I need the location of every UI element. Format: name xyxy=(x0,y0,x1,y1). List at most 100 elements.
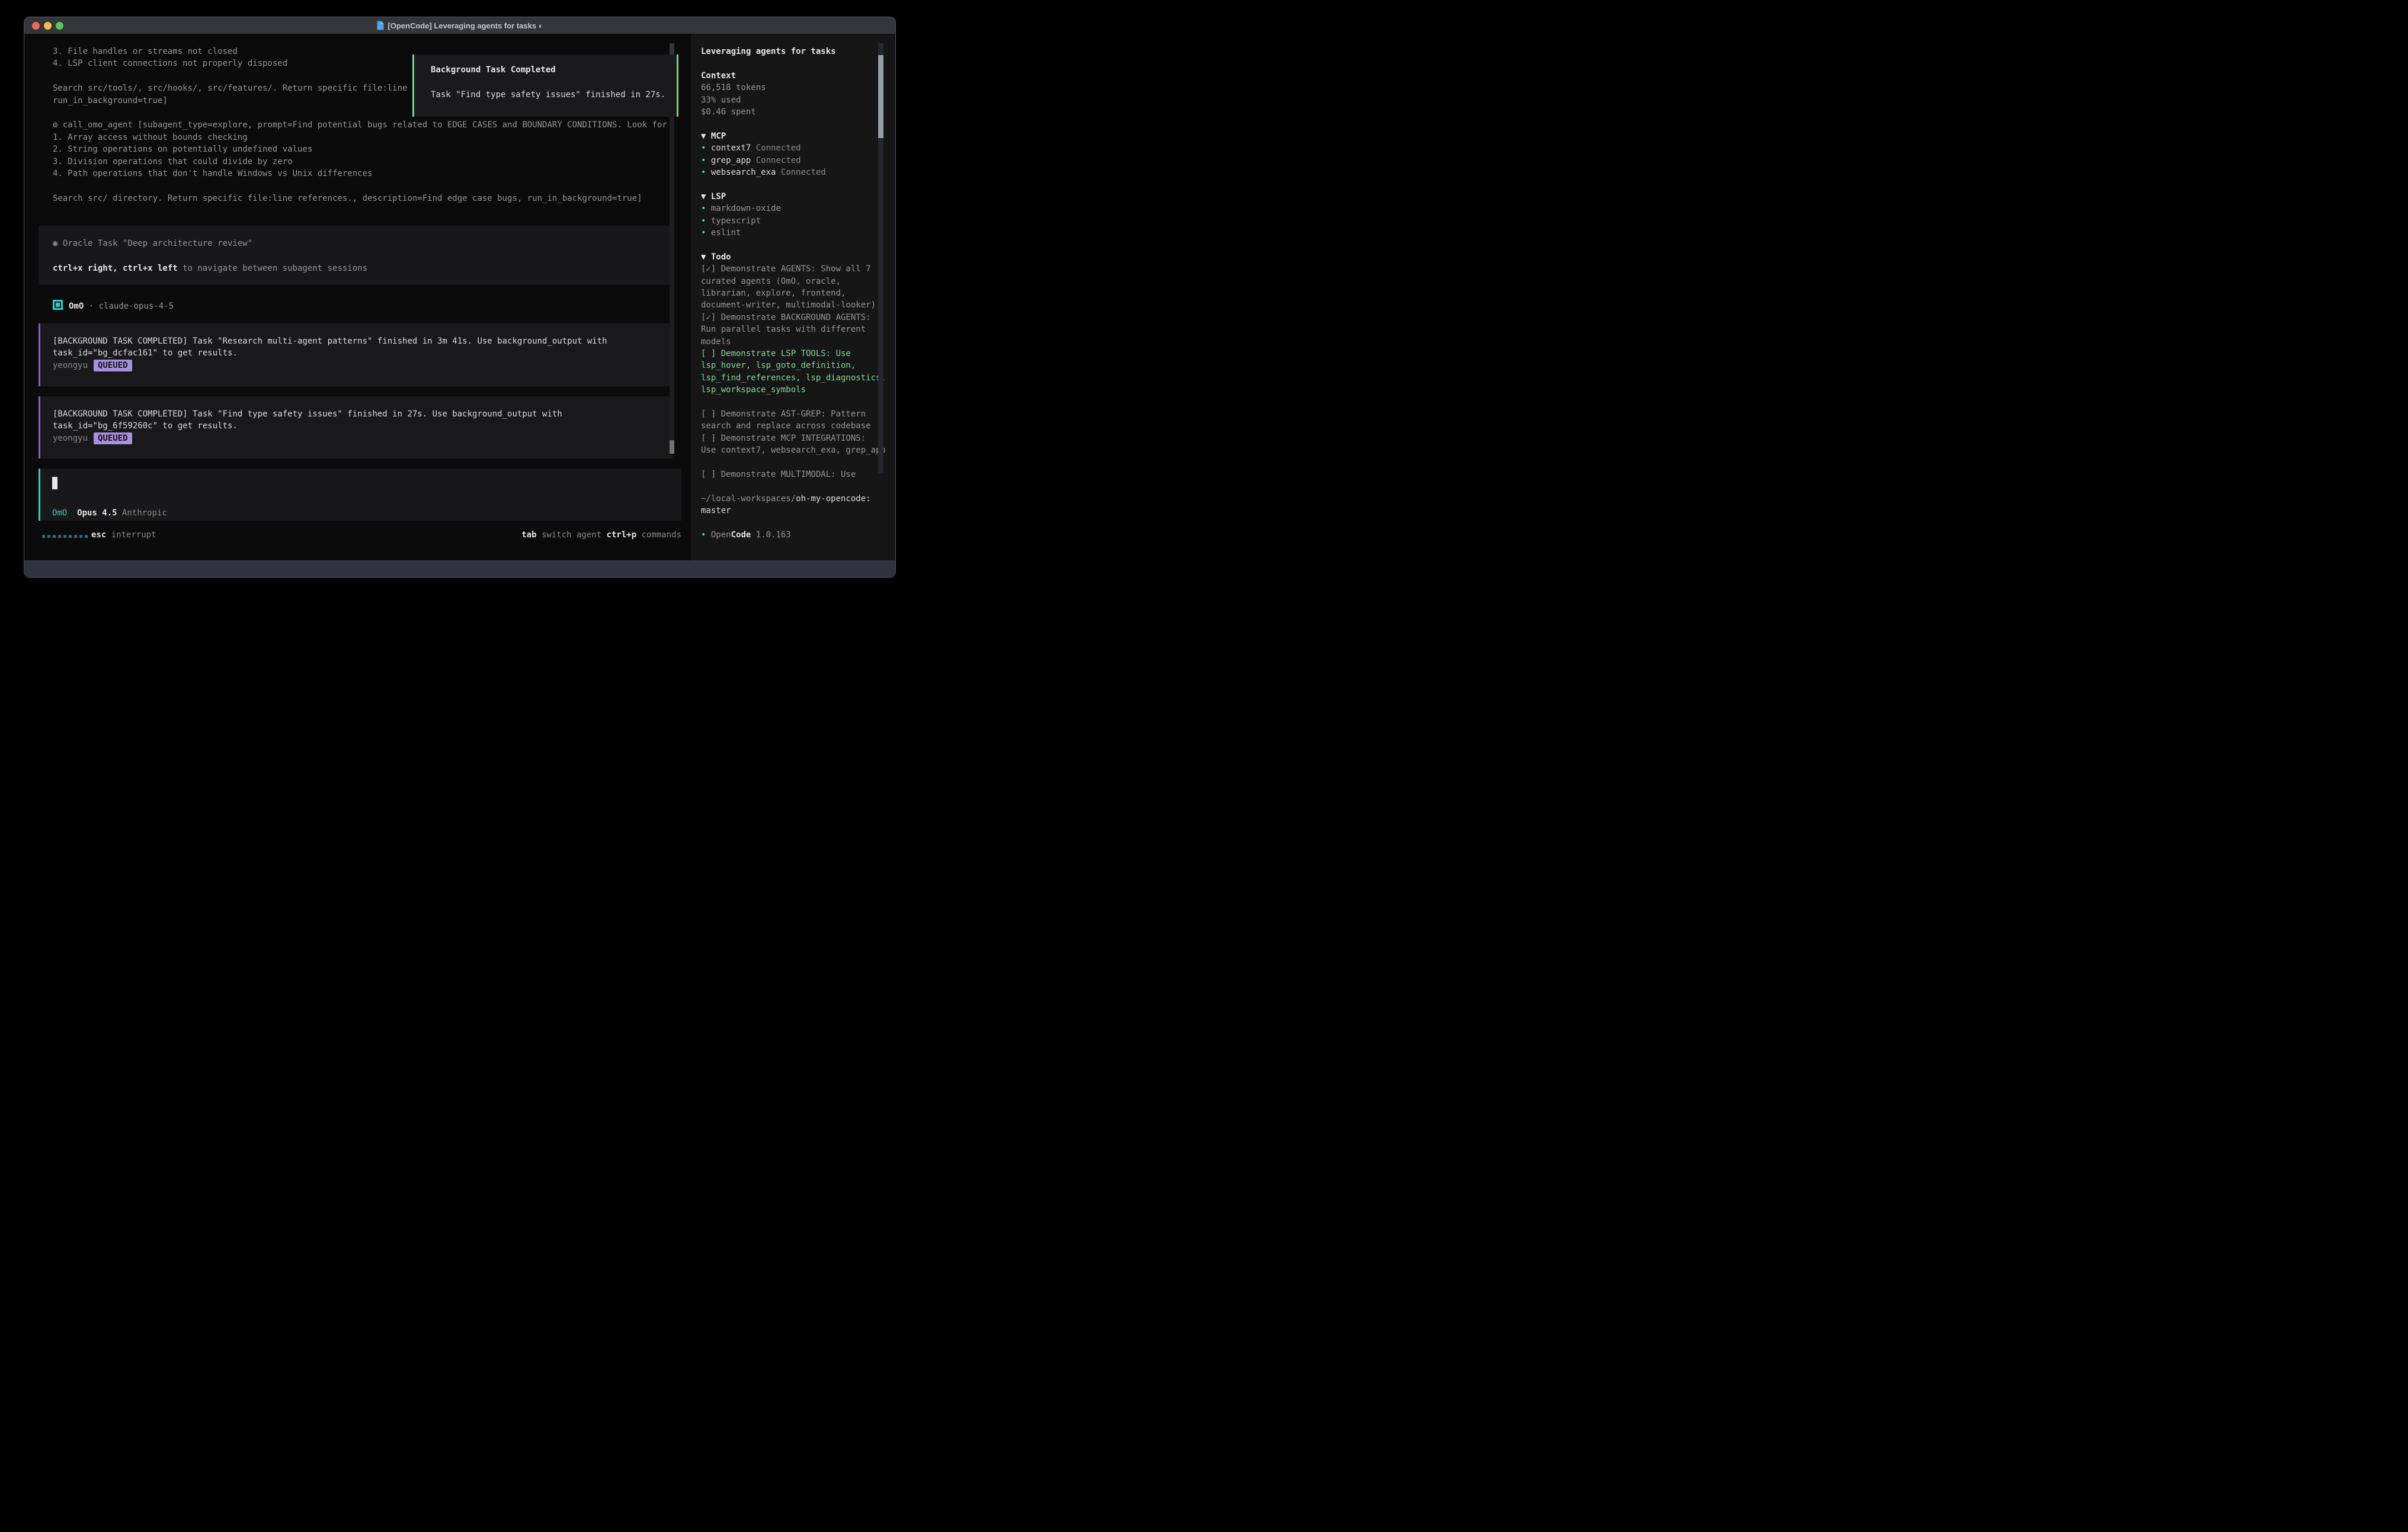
tab-key-label: tab xyxy=(521,530,536,540)
sidebar-scrollbar[interactable] xyxy=(878,43,883,473)
tool-call-item: 4. Path operations that don't handle Win… xyxy=(53,168,372,180)
active-model-name: Opus 4.5 xyxy=(77,508,117,518)
git-branch: master xyxy=(701,505,731,517)
opencode-window: [OpenCode] Leveraging agents for tasks ◐… xyxy=(24,17,896,578)
nav-shortcut-keys: ctrl+x right, ctrl+x left xyxy=(53,264,178,273)
mcp-section-header[interactable]: ▼ MCP xyxy=(701,130,726,142)
session-sidebar: Leveraging agents for tasks Context 66,5… xyxy=(691,34,895,562)
toast-title: Background Task Completed xyxy=(431,64,556,76)
status-bullet-icon: • xyxy=(701,228,706,238)
mcp-item: • websearch_exa Connected xyxy=(701,166,826,178)
interrupt-label: interrupt xyxy=(106,530,156,540)
context-heading: Context xyxy=(701,70,736,82)
lsp-heading: LSP xyxy=(711,192,726,201)
oracle-task-box: ◉ Oracle Task "Deep architecture review"… xyxy=(39,226,671,285)
lsp-item: • eslint xyxy=(701,227,741,239)
transcript-line: 3. File handles or streams not closed xyxy=(53,46,238,57)
app-name-strong: Code xyxy=(731,530,751,540)
mcp-server-name: websearch_exa xyxy=(711,168,776,177)
mcp-item: • grep_app Connected xyxy=(701,155,801,166)
chat-pane: 3. File handles or streams not closed 4.… xyxy=(24,34,691,562)
app-name-dim: Open xyxy=(711,530,731,540)
status-bullet-icon: • xyxy=(701,204,706,213)
todo-item-line: [ ] Demonstrate LSP TOOLS: Use xyxy=(701,348,851,360)
message-meta: yeongyuQUEUED xyxy=(53,360,132,371)
todo-item-line: lsp_hover, lsp_goto_definition, xyxy=(701,360,856,371)
todo-item-line: models xyxy=(701,336,731,348)
workspace-repo-name: oh-my-opencode: xyxy=(796,494,870,504)
screen: [OpenCode] Leveraging agents for tasks ◐… xyxy=(0,0,920,591)
lsp-server-name: typescript xyxy=(711,216,761,226)
status-bullet-icon: • xyxy=(701,168,706,177)
mcp-server-name: context7 xyxy=(711,143,751,153)
nav-hint-text: to navigate between subagent sessions xyxy=(178,264,367,273)
window-bottom-bar xyxy=(24,560,895,577)
lsp-item: • typescript xyxy=(701,215,761,227)
todo-item-line: [ ] Demonstrate MULTIMODAL: Use xyxy=(701,469,856,480)
sidebar-scrollbar-thumb[interactable] xyxy=(878,55,883,138)
tool-call-item: 1. Array access without bounds checking xyxy=(53,132,248,143)
gear-icon: ⚙ xyxy=(53,120,57,130)
statusbar-shortcuts: tab switch agent ctrl+p commands xyxy=(521,530,681,540)
todo-item-line: lsp_find_references, lsp_diagnostics, xyxy=(701,372,886,384)
window-controls xyxy=(24,17,63,34)
tool-call-item: 3. Division operations that could divide… xyxy=(53,156,293,168)
message-line: task_id="bg_6f59260c" to get results. xyxy=(53,420,238,432)
lsp-item: • markdown-oxide xyxy=(701,203,781,214)
todo-heading: Todo xyxy=(711,252,731,262)
close-window-button[interactable] xyxy=(32,22,40,30)
message-line: [BACKGROUND TASK COMPLETED] Task "Resear… xyxy=(53,335,607,347)
switch-agent-label: switch agent xyxy=(537,530,602,540)
todo-item-line: [✓] Demonstrate AGENTS: Show all 7 xyxy=(701,263,871,275)
oracle-task-icon: ◉ xyxy=(53,239,57,248)
mcp-heading: MCP xyxy=(711,132,726,141)
mcp-item: • context7 Connected xyxy=(701,142,801,154)
todo-item-line: Use context7, websearch_exa, grep_app xyxy=(701,444,886,456)
oracle-task-text: Oracle Task "Deep architecture review" xyxy=(63,239,252,248)
context-spent: $0.46 spent xyxy=(701,106,756,118)
lsp-server-name: eslint xyxy=(711,228,741,238)
collapse-triangle-icon: ▼ xyxy=(701,252,706,262)
agent-model: claude-opus-4-5 xyxy=(99,302,174,311)
document-icon xyxy=(376,21,384,30)
status-bullet-icon: • xyxy=(701,216,706,226)
tool-call-item: 2. String operations on potentially unde… xyxy=(53,143,312,155)
queued-status-badge: QUEUED xyxy=(94,432,132,444)
todo-section-header[interactable]: ▼ Todo xyxy=(701,251,731,263)
status-bullet-icon: • xyxy=(701,530,706,540)
agent-name: OmO xyxy=(69,302,84,311)
author-name: yeongyu xyxy=(53,434,88,443)
transcript-line: run_in_background=true] xyxy=(53,95,168,107)
chat-scrollbar-thumb[interactable] xyxy=(670,440,674,454)
message-line: task_id="bg_dcfac161" to get results. xyxy=(53,347,238,359)
todo-item-line: Run parallel tasks with different xyxy=(701,323,866,335)
lsp-section-header[interactable]: ▼ LSP xyxy=(701,191,726,203)
status-bullet-icon: • xyxy=(701,143,706,153)
interrupt-hint: esc interrupt xyxy=(91,530,156,540)
spacer xyxy=(601,530,606,540)
separator-dot: · xyxy=(89,302,94,311)
todo-item-line: document-writer, multimodal-looker) xyxy=(701,299,876,311)
author-name: yeongyu xyxy=(53,361,88,370)
subagent-nav-hint: ctrl+x right, ctrl+x left to navigate be… xyxy=(53,262,367,274)
todo-item-line: search and replace across codebase xyxy=(701,420,871,432)
title-bar: [OpenCode] Leveraging agents for tasks ◐ xyxy=(24,17,895,34)
status-bullet-icon: • xyxy=(701,156,706,165)
activity-spinner xyxy=(42,535,88,538)
active-agent-name: OmO xyxy=(52,508,67,518)
message-meta: yeongyu QUEUED xyxy=(53,432,132,444)
agent-header: OmO · claude-opus-4-5 xyxy=(53,300,174,312)
context-used: 33% used xyxy=(701,94,741,106)
message-line: [BACKGROUND TASK COMPLETED] Task "Find t… xyxy=(53,408,562,420)
text-cursor xyxy=(52,477,57,489)
zoom-window-button[interactable] xyxy=(56,22,63,30)
app-version: 1.0.163 xyxy=(751,530,790,540)
collapse-triangle-icon: ▼ xyxy=(701,132,706,141)
background-task-message: [BACKGROUND TASK COMPLETED] Task "Find t… xyxy=(39,396,673,459)
todo-item-line: [✓] Demonstrate BACKGROUND AGENTS: xyxy=(701,312,871,323)
todo-item-line: lsp_workspace_symbols xyxy=(701,384,806,396)
prompt-input[interactable]: OmO Opus 4.5 Anthropic xyxy=(39,469,681,521)
minimize-window-button[interactable] xyxy=(44,22,52,30)
background-task-message: [BACKGROUND TASK COMPLETED] Task "Resear… xyxy=(39,323,673,386)
mcp-server-name: grep_app xyxy=(711,156,751,165)
